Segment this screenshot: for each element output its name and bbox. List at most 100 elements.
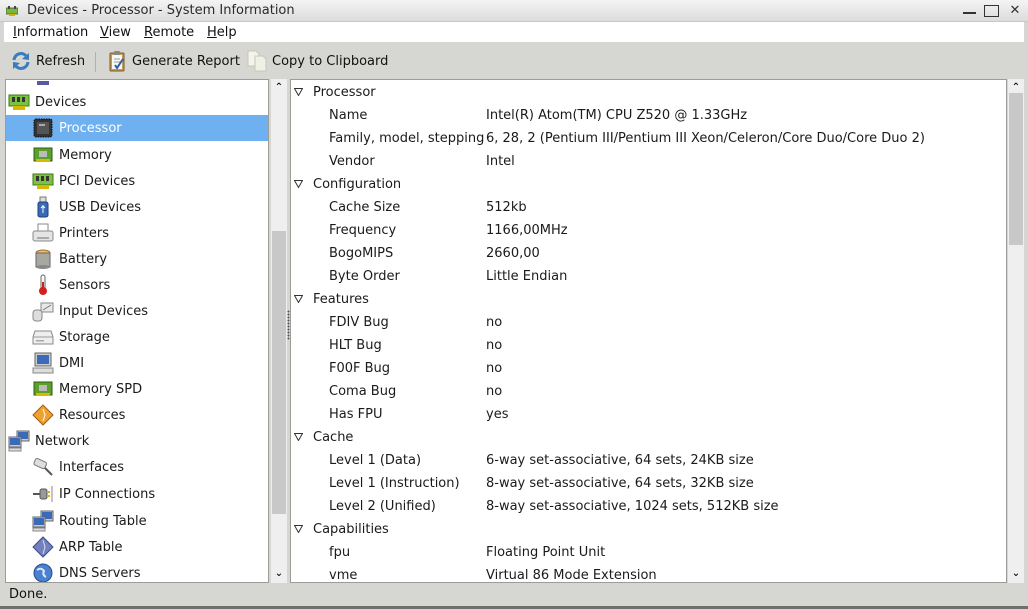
info-row[interactable]: Level 1 (Instruction) 8-way set-associati… (291, 472, 1006, 495)
field-value: 2660,00 (486, 246, 540, 261)
copy-to-clipboard-button[interactable]: Copy to Clipboard (246, 48, 388, 74)
tree-item-battery[interactable]: Battery (6, 246, 268, 272)
minimize-button[interactable] (961, 3, 977, 18)
field-value: 1166,00MHz (486, 223, 568, 238)
expander-icon[interactable] (294, 88, 303, 96)
tree-scrollbar-thumb[interactable] (272, 231, 286, 514)
info-row[interactable]: Byte Order Little Endian (291, 265, 1006, 288)
pci-card-icon (32, 171, 54, 191)
tree-item-interfaces[interactable]: Interfaces (6, 454, 268, 480)
info-row[interactable]: Coma Bug no (291, 380, 1006, 403)
section-header[interactable]: Processor (291, 81, 1006, 104)
tree-scrollbar[interactable]: ⌃ ⌄ (271, 79, 287, 583)
info-row[interactable]: Family, model, stepping 6, 28, 2 (Pentium… (291, 127, 1006, 150)
scroll-down-icon[interactable]: ⌄ (1008, 567, 1024, 581)
tree-item-sensors[interactable]: Sensors (6, 272, 268, 298)
field-label: F00F Bug (329, 361, 391, 376)
app-icon (6, 6, 18, 16)
expander-icon[interactable] (294, 433, 303, 441)
scroll-up-icon[interactable]: ⌃ (271, 81, 287, 95)
memory-icon (32, 145, 54, 165)
refresh-label: Refresh (36, 53, 86, 69)
close-button[interactable]: ✕ (1007, 3, 1023, 18)
tree-item-label: Storage (59, 329, 110, 345)
menu-help[interactable]: Help (207, 25, 237, 40)
tree-item-storage[interactable]: Storage (6, 324, 268, 350)
info-row[interactable]: vme Virtual 86 Mode Extension (291, 564, 1006, 583)
details-pane[interactable]: Processor Name Intel(R) Atom(TM) CPU Z520 … (290, 79, 1007, 583)
tree-item-memory[interactable]: Memory (6, 142, 268, 168)
info-row[interactable]: fpu Floating Point Unit (291, 541, 1006, 564)
field-value: Intel (486, 154, 515, 169)
field-value: 6-way set-associative, 64 sets, 24KB siz… (486, 453, 754, 468)
field-value: 6, 28, 2 (Pentium III/Pentium III Xeon/C… (486, 131, 925, 146)
section-header[interactable]: Features (291, 288, 1006, 311)
field-value: Virtual 86 Mode Extension (486, 568, 657, 583)
field-label: HLT Bug (329, 338, 382, 353)
section-title: Cache (313, 430, 354, 445)
tree-item-label: Interfaces (59, 459, 124, 475)
section-header[interactable]: Configuration (291, 173, 1006, 196)
network-icon (8, 430, 30, 452)
cpu-chip-icon (32, 118, 54, 138)
menu-view[interactable]: View (100, 25, 131, 40)
tree-item-memory-spd[interactable]: Memory SPD (6, 376, 268, 402)
tree-item-input-devices[interactable]: Input Devices (6, 298, 268, 324)
tree-item-pci-devices[interactable]: PCI Devices (6, 168, 268, 194)
tree-item-devices[interactable]: Devices (6, 89, 268, 115)
info-row[interactable]: Has FPU yes (291, 403, 1006, 426)
tree-item-label: Printers (59, 225, 110, 241)
info-row[interactable]: Name Intel(R) Atom(TM) CPU Z520 @ 1.33GHz (291, 104, 1006, 127)
refresh-button[interactable]: Refresh (10, 48, 85, 74)
window-title: Devices - Processor - System Information (27, 3, 295, 18)
copy-icon (247, 50, 267, 72)
tree-item-dmi[interactable]: DMI (6, 350, 268, 376)
expander-icon[interactable] (294, 180, 303, 188)
tree-item-ip-connections[interactable]: IP Connections (6, 481, 268, 507)
tree-item-resources[interactable]: Resources (6, 402, 268, 428)
info-row[interactable]: HLT Bug no (291, 334, 1006, 357)
thermometer-icon (32, 274, 54, 295)
maximize-button[interactable] (983, 3, 999, 18)
field-label: Level 2 (Unified) (329, 499, 436, 514)
field-value: no (486, 361, 503, 376)
tree-item-network[interactable]: Network (6, 428, 268, 454)
info-row[interactable]: Frequency 1166,00MHz (291, 219, 1006, 242)
tree-item-label: Routing Table (59, 513, 147, 529)
pci-card-icon (8, 92, 30, 112)
tree-item-processor[interactable]: Processor (6, 115, 268, 141)
menu-information[interactable]: Information (13, 25, 88, 40)
info-row[interactable]: Vendor Intel (291, 150, 1006, 173)
info-row[interactable]: Level 2 (Unified) 8-way set-associative, … (291, 495, 1006, 518)
category-tree[interactable]: Devices Processor Memory PCI Devices USB… (5, 79, 269, 583)
info-row[interactable]: F00F Bug no (291, 357, 1006, 380)
info-row[interactable]: Cache Size 512kb (291, 196, 1006, 219)
tree-item-label: IP Connections (59, 486, 156, 502)
tree-item-dns-servers[interactable]: DNS Servers (6, 560, 268, 582)
scroll-down-icon[interactable]: ⌄ (271, 567, 287, 581)
tree-item-arp-table[interactable]: ARP Table (6, 534, 268, 560)
generate-report-button[interactable]: Generate Report (106, 48, 240, 74)
field-value: no (486, 384, 503, 399)
info-row[interactable]: FDIV Bug no (291, 311, 1006, 334)
tree-item-usb-devices[interactable]: USB Devices (6, 194, 268, 220)
details-scrollbar[interactable]: ⌃ ⌄ (1008, 79, 1024, 583)
expander-icon[interactable] (294, 525, 303, 533)
expander-icon[interactable] (294, 295, 303, 303)
tree-item-label: DMI (59, 355, 85, 371)
title-bar[interactable]: Devices - Processor - System Information… (0, 0, 1028, 22)
arp-table-icon (32, 536, 54, 558)
field-value: Little Endian (486, 269, 568, 284)
copy-label: Copy to Clipboard (272, 53, 389, 69)
info-row[interactable]: BogoMIPS 2660,00 (291, 242, 1006, 265)
resources-icon (32, 404, 54, 426)
tree-item-routing-table[interactable]: Routing Table (6, 508, 268, 534)
tree-item-printers[interactable]: Printers (6, 220, 268, 246)
details-scrollbar-thumb[interactable] (1009, 93, 1023, 245)
menu-remote[interactable]: Remote (144, 25, 194, 40)
info-row[interactable]: Level 1 (Data) 6-way set-associative, 64 … (291, 449, 1006, 472)
section-header[interactable]: Capabilities (291, 518, 1006, 541)
section-header[interactable]: Cache (291, 426, 1006, 449)
tree-item-label: ARP Table (59, 539, 123, 555)
tree-item-label: Processor (59, 120, 122, 136)
